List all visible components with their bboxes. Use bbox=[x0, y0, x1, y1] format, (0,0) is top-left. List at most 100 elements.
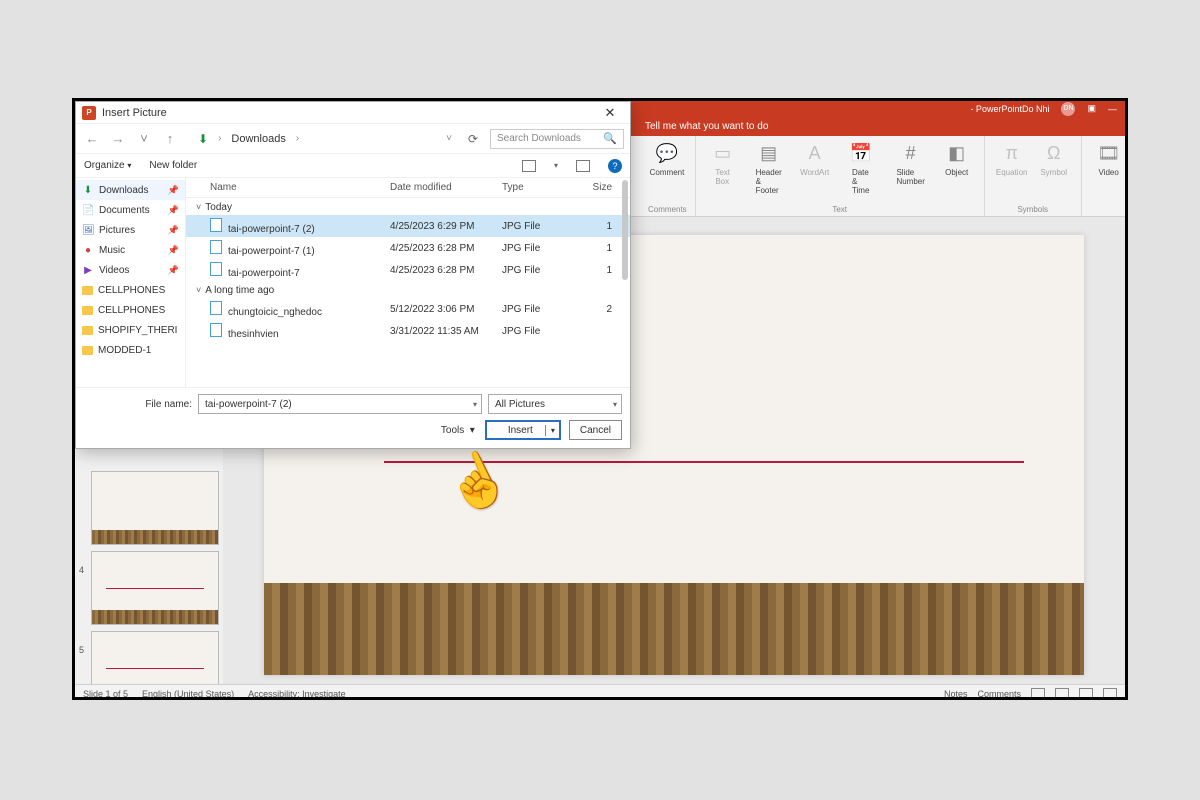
status-slide: Slide 1 of 5 bbox=[83, 689, 128, 699]
user-avatar[interactable]: DN bbox=[1061, 102, 1075, 116]
object-icon: ◧ bbox=[944, 140, 970, 166]
file-group-header[interactable]: ˅A long time ago bbox=[186, 281, 630, 298]
sidebar-item-videos[interactable]: ▶Videos📌 bbox=[76, 260, 185, 280]
pin-icon[interactable]: 📌 bbox=[168, 265, 179, 276]
chevron-down-icon[interactable]: ˅ bbox=[442, 133, 456, 144]
status-notes[interactable]: Notes bbox=[944, 689, 968, 699]
ribbon-text-box[interactable]: ▭TextBox bbox=[704, 140, 742, 195]
thumb-number: 5 bbox=[79, 631, 91, 655]
help-icon[interactable]: ? bbox=[608, 159, 622, 173]
close-icon[interactable]: ✕ bbox=[596, 105, 624, 121]
image-file-icon bbox=[210, 262, 222, 276]
col-type[interactable]: Type bbox=[502, 182, 572, 193]
thumb-number bbox=[79, 471, 91, 495]
ribbon-symbol[interactable]: ΩSymbol bbox=[1035, 140, 1073, 177]
ribbon-header-footer[interactable]: ▤Header&Footer bbox=[746, 140, 792, 195]
tools-dropdown[interactable]: Tools ▾ bbox=[441, 425, 475, 436]
insert-button[interactable]: Insert ▾ bbox=[485, 420, 561, 440]
video-icon: 🎞 bbox=[1096, 140, 1122, 166]
chevron-down-icon[interactable]: ▾ bbox=[554, 161, 558, 170]
ribbon-object[interactable]: ◧Object bbox=[938, 140, 976, 195]
sidebar-item-downloads[interactable]: ⬇Downloads📌 bbox=[76, 180, 185, 200]
window-minimize-icon[interactable]: — bbox=[1108, 104, 1117, 114]
up-icon[interactable]: ↑ bbox=[160, 131, 180, 146]
header-footer-icon: ▤ bbox=[756, 140, 782, 166]
view-slideshow-icon[interactable] bbox=[1103, 688, 1117, 700]
back-icon[interactable]: ← bbox=[82, 131, 102, 146]
dialog-sidebar: ⬇Downloads📌📄Documents📌🖼Pictures📌●Music📌▶… bbox=[76, 178, 186, 387]
file-row[interactable]: tai-powerpoint-74/25/2023 6:28 PMJPG Fil… bbox=[186, 259, 630, 281]
col-date[interactable]: Date modified bbox=[390, 182, 502, 193]
ribbon-group-label: Media bbox=[1090, 205, 1128, 214]
view-normal-icon[interactable] bbox=[1031, 688, 1045, 700]
date-time-icon: 📅 bbox=[848, 140, 874, 166]
organize-button[interactable]: Organize ▾ bbox=[84, 160, 131, 171]
ribbon-video[interactable]: 🎞Video bbox=[1090, 140, 1128, 186]
sidebar-item-cellphones[interactable]: CELLPHONES bbox=[76, 280, 185, 300]
crumb-sep[interactable]: › bbox=[214, 133, 225, 144]
image-file-icon bbox=[210, 218, 222, 232]
sidebar-item-music[interactable]: ●Music📌 bbox=[76, 240, 185, 260]
symbol-icon: Ω bbox=[1041, 140, 1067, 166]
file-row[interactable]: tai-powerpoint-7 (2)4/25/2023 6:29 PMJPG… bbox=[186, 215, 630, 237]
slide-thumbnail[interactable] bbox=[91, 551, 219, 625]
slide-thumbnail[interactable] bbox=[91, 471, 219, 545]
ribbon-slide-number[interactable]: #SlideNumber bbox=[888, 140, 934, 195]
pin-icon[interactable]: 📌 bbox=[168, 245, 179, 256]
status-comments[interactable]: Comments bbox=[977, 689, 1021, 699]
status-accessibility[interactable]: Accessibility: Investigate bbox=[248, 689, 346, 699]
file-row[interactable]: chungtoicic_nghedoc5/12/2022 3:06 PMJPG … bbox=[186, 298, 630, 320]
ribbon-comment[interactable]: 💬Comment bbox=[648, 140, 686, 177]
file-list-header[interactable]: Name Date modified Type Size bbox=[186, 178, 630, 198]
sidebar-item-pictures[interactable]: 🖼Pictures📌 bbox=[76, 220, 185, 240]
col-size[interactable]: Size bbox=[572, 182, 612, 193]
ribbon-group-label: Comments bbox=[648, 205, 687, 214]
chevron-down-icon[interactable]: ▾ bbox=[546, 426, 560, 435]
dialog-title: Insert Picture bbox=[102, 107, 167, 119]
slide-thumbnail[interactable] bbox=[91, 631, 219, 684]
image-file-icon bbox=[210, 240, 222, 254]
image-file-icon bbox=[210, 323, 222, 337]
chevron-down-icon[interactable]: ▾ bbox=[473, 400, 477, 409]
filename-input[interactable]: tai-powerpoint-7 (2) ▾ bbox=[198, 394, 482, 414]
refresh-icon[interactable]: ⟳ bbox=[462, 132, 484, 146]
sidebar-item-cellphones[interactable]: CELLPHONES bbox=[76, 300, 185, 320]
pin-icon[interactable]: 📌 bbox=[168, 205, 179, 216]
folder-icon bbox=[82, 346, 93, 355]
file-row[interactable]: tai-powerpoint-7 (1)4/25/2023 6:28 PMJPG… bbox=[186, 237, 630, 259]
view-reading-icon[interactable] bbox=[1079, 688, 1093, 700]
crumb-sep[interactable]: › bbox=[292, 133, 303, 144]
screenshot-frame: - PowerPoint Do Nhi DN ▣ — Tell me what … bbox=[72, 98, 1128, 700]
col-name[interactable]: Name bbox=[210, 182, 390, 193]
ribbon-equation[interactable]: πEquation bbox=[993, 140, 1031, 177]
recent-icon[interactable]: ˅ bbox=[134, 131, 154, 146]
pictures-icon: 🖼 bbox=[82, 225, 94, 236]
downloads-icon: ⬇ bbox=[82, 185, 94, 196]
view-sorter-icon[interactable] bbox=[1055, 688, 1069, 700]
search-input[interactable]: Search Downloads 🔍 bbox=[490, 129, 624, 149]
view-options-icon[interactable] bbox=[522, 160, 536, 172]
sidebar-item-modded-[interactable]: MODDED-1 bbox=[76, 340, 185, 360]
folder-icon bbox=[82, 286, 93, 295]
sidebar-item-shopify-theri[interactable]: SHOPIFY_THERI bbox=[76, 320, 185, 340]
chevron-down-icon[interactable]: ▾ bbox=[613, 400, 617, 409]
pin-icon[interactable]: 📌 bbox=[168, 185, 179, 196]
cancel-button[interactable]: Cancel bbox=[569, 420, 622, 440]
sidebar-item-documents[interactable]: 📄Documents📌 bbox=[76, 200, 185, 220]
file-group-header[interactable]: ˅Today bbox=[186, 198, 630, 215]
ribbon-group-label: Text bbox=[704, 205, 976, 214]
powerpoint-icon: P bbox=[82, 106, 96, 120]
file-row[interactable]: thesinhvien3/31/2022 11:35 AMJPG File bbox=[186, 320, 630, 342]
ribbon-display-icon[interactable]: ▣ bbox=[1087, 103, 1096, 114]
forward-icon[interactable]: → bbox=[108, 131, 128, 146]
status-language[interactable]: English (United States) bbox=[142, 689, 234, 699]
pin-icon[interactable]: 📌 bbox=[168, 225, 179, 236]
scrollbar[interactable] bbox=[622, 180, 628, 280]
preview-pane-icon[interactable] bbox=[576, 160, 590, 172]
ribbon-date-time[interactable]: 📅Date&Time bbox=[838, 140, 884, 195]
file-filter-dropdown[interactable]: All Pictures ▾ bbox=[488, 394, 622, 414]
dialog-footer: File name: tai-powerpoint-7 (2) ▾ All Pi… bbox=[76, 387, 630, 448]
ribbon-wordart[interactable]: AWordArt bbox=[796, 140, 834, 195]
new-folder-button[interactable]: New folder bbox=[149, 160, 197, 171]
breadcrumb[interactable]: Downloads bbox=[231, 133, 285, 145]
